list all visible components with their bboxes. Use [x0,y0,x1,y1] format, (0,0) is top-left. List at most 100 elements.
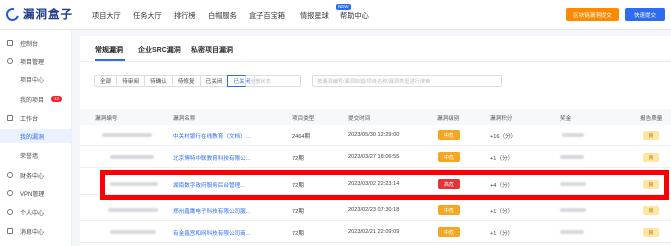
top-navbar: 漏洞盒子 项目大厅 任务大厅 排行榜 白帽服务 盒子百宝箱 情报星球 NEW 帮… [0,0,671,30]
sidebar-label: 工作台 [20,116,39,123]
col-bonus: 奖金 [560,116,572,122]
nav-intel-planet[interactable]: 情报星球 [300,11,329,21]
dashboard-icon [7,40,13,46]
redacted-bonus [560,155,584,159]
sidebar-item-finance[interactable]: 财务中心 [0,168,72,182]
col-vuln-score: 漏洞积分 [490,116,513,122]
highlight-annotation-box [100,170,669,200]
filter-pending-fix[interactable]: 待修复 [173,76,201,86]
redacted-bonus [562,133,584,137]
vuln-score: +1（分） [490,156,514,162]
project-type: 72期 [292,156,304,162]
table-row[interactable]: 有金鑫宫和网科技有限公司商... 72期 2023/02/21 22:09:09… [80,222,671,243]
table-header: 漏洞编号 漏洞名称 项目类型 提交时间 漏洞级别 漏洞积分 奖金 报告质量 [80,109,671,125]
sidebar-label: 我的项目 [20,97,45,104]
project-type: 2464期 [292,134,311,140]
col-report-quality: 报告质量 [640,116,663,122]
sidebar-label: 项目中心 [20,77,45,84]
sidebar-label: 消息中心 [20,229,45,236]
status-filter-group: 全部 待审阅 待确认 待修复 已关闭 已关闭 [94,75,256,87]
quick-submit-button[interactable]: 快速提交 [625,8,665,21]
report-quality-badge: 良 [643,228,659,237]
submit-time: 2023/02/21 22:09:09 [348,229,400,235]
main-panel: 常规漏洞 企业SRC漏洞 私密项目漏洞 全部 待审阅 待确认 待修复 已关闭 已… [80,36,671,246]
new-badge: NEW [336,4,351,10]
sidebar-item-project-mgmt[interactable]: 项目管理 [0,54,72,68]
table-row[interactable]: 北京博特中联教育科技有限公... 72期 2023/03/27 18:06:55… [80,147,671,168]
vuln-score: +16（分） [490,134,517,140]
vuln-score: +1（分） [490,231,514,237]
sidebar-item-vpn[interactable]: VPN管理 [0,186,72,200]
col-vuln-id: 漏洞编号 [95,116,118,122]
status-select[interactable]: 全部状态 [245,75,301,87]
nav-ranking[interactable]: 排行榜 [174,11,196,21]
sidebar-item-console[interactable]: 控制台 [0,36,72,50]
site-logo[interactable]: 漏洞盒子 [3,5,73,23]
blockchain-submit-button[interactable]: 区块链漏洞提交 [566,8,619,21]
vpn-icon [7,190,13,196]
sidebar-item-workbench[interactable]: 工作台 [0,111,72,125]
col-vuln-name: 漏洞名称 [173,116,196,122]
report-quality-badge: 良 [643,131,659,140]
sidebar-item-my-vulns[interactable]: 我的漏洞 [0,129,72,143]
col-submit-time: 提交时间 [348,116,371,122]
table-row[interactable]: 中关村银行在线教育（文档）... 2464期 2023/05/30 12:29:… [80,125,671,146]
report-quality-badge: 良 [643,153,659,162]
submit-time: 2023/05/30 12:29:00 [348,132,400,138]
nav-whitehat-service[interactable]: 白帽服务 [208,11,237,21]
nav-toolbox[interactable]: 盒子百宝箱 [249,11,285,21]
table-row[interactable]: 郑州鑫鹰电子科技有限公司服... 72期 2023/02/23 07:30:18… [80,200,671,221]
search-input[interactable]: 按漏洞编号/漏洞标题/项目名称/漏洞类型进行搜索 [312,75,502,87]
vuln-name-link[interactable]: 北京博特中联教育科技有限公... [173,154,250,162]
finance-icon [7,172,13,178]
sidebar-item-honor-wall[interactable]: 荣誉墙 [0,148,72,162]
redacted-id [110,230,156,234]
project-type: 72期 [292,231,304,237]
message-icon [7,228,13,234]
sidebar-label: 财务中心 [20,173,45,180]
nav-task-hall[interactable]: 任务大厅 [133,11,162,21]
nav-help-center[interactable]: 帮助中心 [340,11,369,21]
filter-all[interactable]: 全部 [95,76,118,86]
tab-divider [80,61,671,62]
user-icon [7,209,13,215]
nav-project-hall[interactable]: 项目大厅 [92,11,121,21]
report-quality-badge: 良 [643,206,659,215]
filter-closed[interactable]: 已关闭 [201,76,229,86]
submit-time: 2023/03/27 18:06:55 [348,154,400,160]
filter-pending-review[interactable]: 待审阅 [117,76,145,86]
sidebar-label: VPN管理 [20,191,45,198]
sidebar-item-my-projects[interactable]: 我的项目 12 [0,92,72,106]
sidebar-label: 项目管理 [20,59,45,66]
workbench-icon [7,115,13,121]
vuln-name-link[interactable]: 有金鑫宫和网科技有限公司商... [173,229,250,237]
logo-icon [3,5,22,23]
sidebar-label: 个人中心 [20,210,45,217]
redacted-bonus [560,208,586,212]
gear-icon [7,58,13,64]
tab-private-project[interactable]: 私密项目漏洞 [191,45,233,55]
col-project-type: 项目类型 [292,116,315,122]
sidebar-item-messages[interactable]: 消息中心 [0,224,72,238]
vuln-score: +1（分） [490,209,514,215]
project-type: 72期 [292,209,304,215]
level-badge: 中危 [438,152,460,162]
sidebar-item-project-center[interactable]: 项目中心 [0,72,72,86]
redacted-id [110,155,154,159]
col-vuln-level: 漏洞级别 [437,116,460,122]
count-badge: 12 [51,96,63,102]
tab-enterprise-src[interactable]: 企业SRC漏洞 [138,45,181,55]
vuln-name-link[interactable]: 郑州鑫鹰电子科技有限公司服... [173,207,250,215]
submit-time: 2023/02/23 07:30:18 [348,207,400,213]
level-badge: 中危 [438,130,460,140]
vuln-name-link[interactable]: 中关村银行在线教育（文档）... [173,132,250,140]
redacted-bonus [560,230,584,234]
logo-text: 漏洞盒子 [23,9,73,21]
tab-regular-vulns[interactable]: 常规漏洞 [95,45,123,55]
filter-pending-confirm[interactable]: 待确认 [145,76,173,86]
sidebar: 控制台 项目管理 项目中心 我的项目 12 工作台 我的漏洞 荣誉墙 财务中心 … [0,30,72,246]
level-badge: 中危 [438,227,460,237]
sidebar-label: 我的漏洞 [20,134,45,141]
redacted-id [108,208,158,212]
sidebar-item-personal[interactable]: 个人中心 [0,205,72,219]
